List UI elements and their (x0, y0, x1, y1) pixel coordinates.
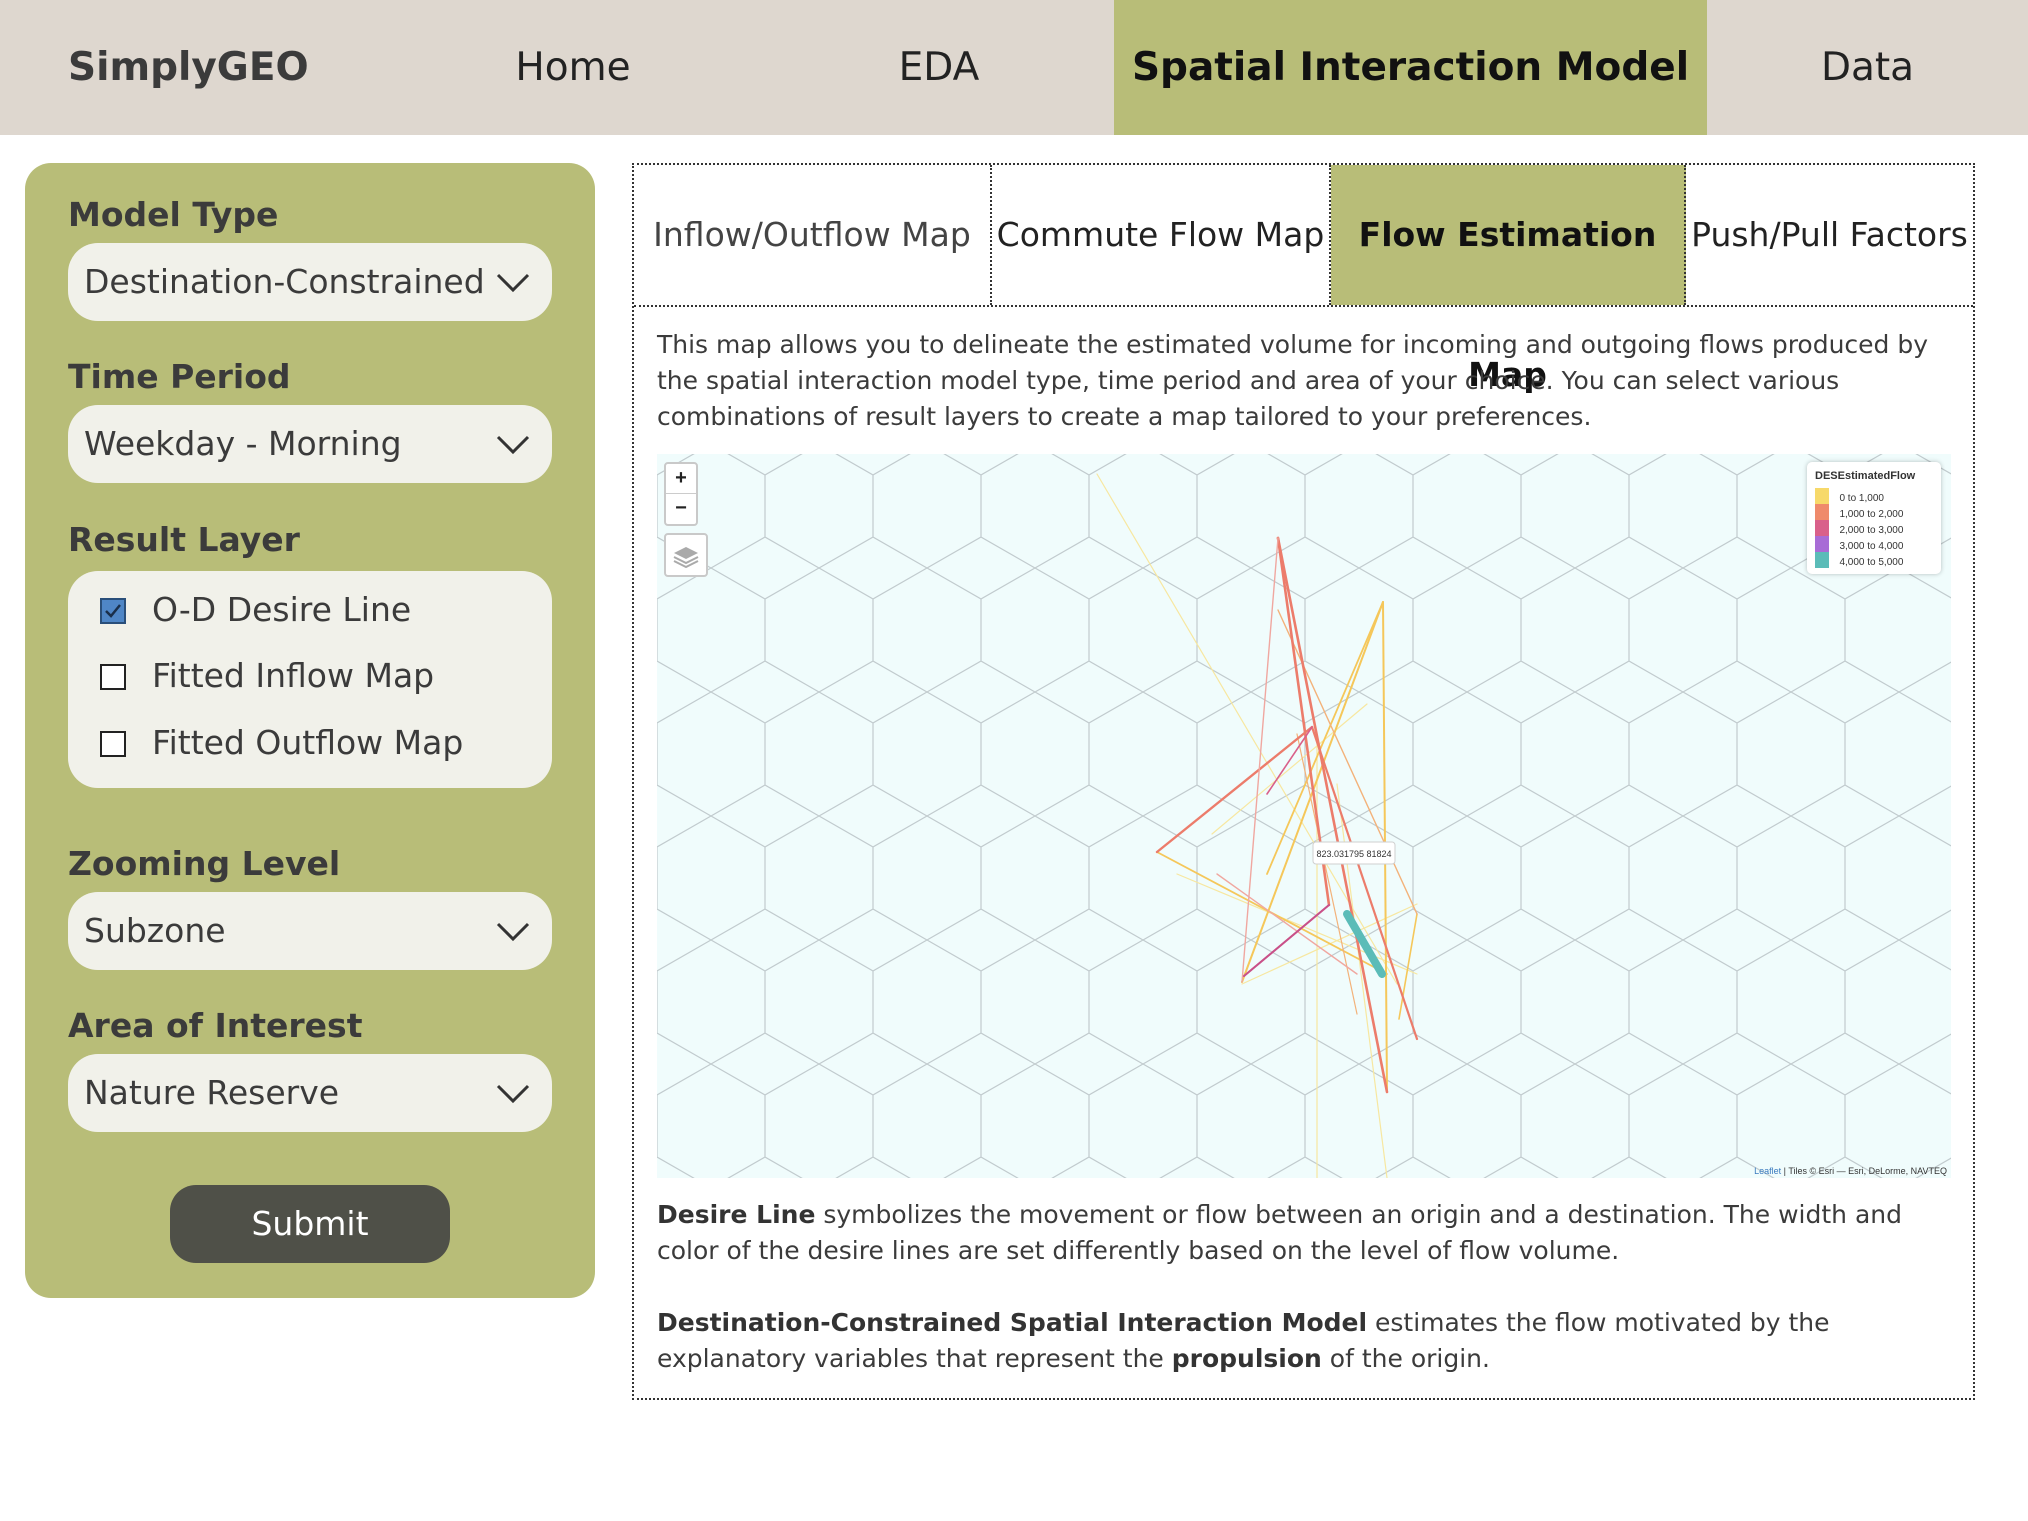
zooming-level-label: Zooming Level (68, 844, 341, 883)
layers-icon (673, 547, 699, 569)
nav-item-home[interactable]: Home (440, 0, 706, 135)
propulsion-term: propulsion (1171, 1344, 1322, 1373)
model-note: Destination-Constrained Spatial Interact… (657, 1308, 1830, 1373)
chevron-down-icon (496, 273, 530, 293)
brand-logo[interactable]: SimplyGEO (68, 0, 309, 135)
layers-button[interactable] (664, 533, 708, 577)
tab-push-pull-factors[interactable]: Push/Pull Factors (1686, 165, 1973, 305)
checkbox-label: O-D Desire Line (152, 590, 412, 629)
tab-bar: Inflow/Outflow Map Commute Flow Map Flow… (634, 165, 1973, 394)
checkbox-checked-icon[interactable] (100, 598, 126, 624)
result-layer-label: Result Layer (68, 520, 300, 559)
checkbox-unchecked-icon[interactable] (100, 664, 126, 690)
tab-flow-estimation-map[interactable]: Flow Estimation Map (1331, 165, 1686, 394)
chevron-down-icon (496, 1084, 530, 1104)
time-period-label: Time Period (68, 357, 291, 396)
legend-item: 1,000 to 2,000 (1815, 504, 1903, 520)
result-layer-group: O-D Desire Line Fitted Inflow Map Fitted… (68, 571, 552, 788)
legend-swatch (1815, 552, 1829, 568)
chevron-down-icon (496, 922, 530, 942)
flow-popup: 823.031795 81824 (1312, 841, 1396, 865)
zoom-control: + − (664, 462, 698, 526)
area-of-interest-value: Nature Reserve (84, 1073, 340, 1112)
svg-text:823.031795 81824: 823.031795 81824 (1316, 849, 1391, 859)
checkbox-fitted-inflow-map[interactable]: Fitted Inflow Map (100, 651, 540, 701)
zoom-in-button[interactable]: + (666, 464, 696, 494)
chevron-down-icon (496, 435, 530, 455)
model-term: Destination-Constrained Spatial Interact… (657, 1308, 1368, 1337)
zooming-level-select[interactable]: Subzone (68, 892, 552, 970)
map-description: This map allows you to delineate the est… (657, 330, 1929, 431)
tab-inflow-outflow-map[interactable]: Inflow/Outflow Map (634, 165, 992, 305)
top-nav: SimplyGEO Home EDA Spatial Interaction M… (0, 0, 2028, 135)
model-type-value: Destination-Constrained (84, 262, 485, 301)
time-period-select[interactable]: Weekday - Morning (68, 405, 552, 483)
nav-item-spatial-interaction-model[interactable]: Spatial Interaction Model (1114, 0, 1707, 135)
legend-swatch (1815, 536, 1829, 552)
checkbox-od-desire-line[interactable]: O-D Desire Line (100, 585, 540, 635)
nav-item-eda[interactable]: EDA (802, 0, 1076, 135)
model-type-select[interactable]: Destination-Constrained (68, 243, 552, 321)
map-legend: DESEstimatedFlow 0 to 1,000 1,000 to 2,0… (1807, 462, 1941, 574)
zoom-out-button[interactable]: − (666, 494, 696, 523)
model-type-label: Model Type (68, 195, 279, 234)
control-sidebar: Model Type Destination-Constrained Time … (25, 163, 595, 1298)
legend-item: 4,000 to 5,000 (1815, 552, 1903, 568)
checkbox-unchecked-icon[interactable] (100, 731, 126, 757)
tab-commute-flow-map[interactable]: Commute Flow Map (992, 165, 1331, 305)
legend-item: 0 to 1,000 (1815, 488, 1884, 504)
legend-title: DESEstimatedFlow (1815, 470, 1916, 482)
legend-swatch (1815, 520, 1829, 536)
checkbox-fitted-outflow-map[interactable]: Fitted Outflow Map (100, 718, 540, 768)
checkbox-label: Fitted Inflow Map (152, 656, 435, 695)
area-of-interest-label: Area of Interest (68, 1006, 363, 1045)
main-panel: Inflow/Outflow Map Commute Flow Map Flow… (632, 163, 1975, 1400)
legend-item: 3,000 to 4,000 (1815, 536, 1903, 552)
zooming-level-value: Subzone (84, 911, 226, 950)
desire-line-term: Desire Line (657, 1200, 816, 1229)
legend-item: 2,000 to 3,000 (1815, 520, 1903, 536)
checkbox-label: Fitted Outflow Map (152, 723, 464, 762)
flow-map[interactable]: 823.031795 81824 Leaflet | Tiles © Esri … (657, 454, 1951, 1178)
legend-swatch (1815, 504, 1829, 520)
area-of-interest-select[interactable]: Nature Reserve (68, 1054, 552, 1132)
desire-line-note: Desire Line symbolizes the movement or f… (657, 1200, 1902, 1265)
legend-swatch (1815, 488, 1829, 504)
submit-button[interactable]: Submit (170, 1185, 450, 1263)
map-attribution: Leaflet | Tiles © Esri — Esri, DeLorme, … (1754, 1166, 1947, 1176)
nav-item-data[interactable]: Data (1707, 0, 2028, 135)
time-period-value: Weekday - Morning (84, 424, 402, 463)
